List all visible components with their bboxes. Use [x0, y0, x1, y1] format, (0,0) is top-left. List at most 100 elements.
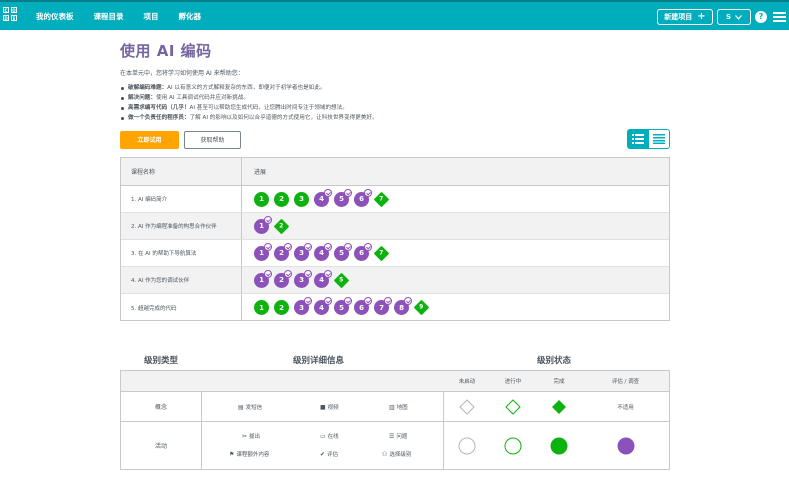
level-bubble-assessment[interactable]: 7: [373, 245, 390, 261]
legend-header-row: 未启动 进行中 完成 评估 / 调查: [121, 371, 669, 392]
level-number: 6: [359, 303, 364, 312]
logo-letter: D: [3, 15, 9, 21]
view-toggle: [627, 129, 670, 149]
level-bubble[interactable]: 6: [354, 188, 372, 207]
level-bubble-assessment[interactable]: 7: [373, 191, 390, 207]
level-bubble-assessment[interactable]: 5: [333, 272, 350, 288]
code-org-logo[interactable]: C O D E: [3, 7, 25, 21]
level-number: 3: [299, 195, 304, 203]
level-bubble[interactable]: 2: [274, 191, 289, 207]
hamburger-menu-icon[interactable]: [773, 12, 786, 24]
try-now-button[interactable]: 立即试用: [120, 131, 179, 149]
diamond-complete-icon: [552, 399, 566, 414]
document-icon: ▤: [238, 403, 244, 411]
nav-course-catalog[interactable]: 课程目录: [94, 11, 124, 22]
level-bubble[interactable]: 1: [254, 191, 269, 207]
get-help-button[interactable]: 获取帮助: [184, 131, 241, 149]
level-number: 9: [419, 304, 424, 311]
detail-map: ▥ 地图: [389, 403, 408, 412]
goal-item: 做一个负责任的程序员：了解 AI 的影响以及如何以合乎道德的方式使用它，让科技世…: [120, 113, 580, 123]
activity-details: ✂ 拔出 ▭ 在线 ☰ 问题 ⚑ 课程额外内容 ✔ 评估 ⚇ 选择级别: [202, 422, 444, 469]
check-badge-icon: [284, 269, 292, 278]
level-number: 1: [259, 303, 264, 312]
chevron-down-icon: [735, 14, 742, 20]
lesson-name-link[interactable]: 5. 超越完成的代码: [121, 294, 242, 321]
lesson-progress-bubbles: 1 2 3 4 5: [242, 267, 669, 293]
level-bubble[interactable]: 2: [274, 300, 289, 315]
help-icon[interactable]: ?: [755, 11, 767, 23]
level-number: 5: [339, 303, 344, 312]
lesson-progress-bubbles: 1 2 3 4 5 6 7 8 9: [242, 294, 669, 321]
level-bubble[interactable]: 5: [334, 297, 352, 315]
map-icon: ▥: [389, 403, 395, 411]
level-bubble[interactable]: 4: [314, 242, 332, 261]
legend-type-heading: 级别类型: [144, 356, 179, 366]
level-bubble[interactable]: 3: [294, 269, 312, 288]
level-bubble[interactable]: 1: [254, 215, 272, 234]
level-bubble[interactable]: 4: [314, 297, 332, 315]
goal-item: 解决问题：使用 AI 工具调试代码并应对新挑战。: [120, 93, 580, 103]
detail-online: ▭ 在线: [320, 432, 339, 441]
level-bubble[interactable]: 1: [254, 269, 272, 288]
user-menu-button[interactable]: S: [717, 9, 751, 25]
level-bubble[interactable]: 1: [254, 300, 269, 315]
level-number: 2: [279, 249, 284, 257]
level-bubble[interactable]: 2: [274, 242, 292, 261]
lesson-name-link[interactable]: 1. AI 编码简介: [121, 186, 242, 212]
level-number: 7: [379, 249, 384, 257]
level-bubble[interactable]: 4: [314, 269, 332, 288]
level-bubble-assessment[interactable]: 9: [413, 299, 430, 316]
level-bubble[interactable]: 6: [354, 242, 372, 261]
detail-text: ▤ 发短信: [238, 403, 263, 412]
level-bubble[interactable]: 8: [394, 297, 412, 315]
legend-row-concept: 概念 ▤ 发短信 ■ 视频 ▥ 地图 不适用: [121, 392, 669, 422]
level-bubble[interactable]: 5: [334, 188, 352, 207]
level-number: 6: [359, 249, 364, 257]
lesson-name-link[interactable]: 4. AI 作为您的调试伙伴: [121, 267, 242, 293]
lesson-name-link[interactable]: 2. AI 作为编程准备的构思合作伙伴: [121, 213, 242, 239]
lesson-name-link[interactable]: 3. 在 AI 的帮助下导航算法: [121, 240, 242, 266]
level-number: 7: [379, 195, 384, 203]
level-number: 2: [279, 195, 284, 203]
summary-view-button[interactable]: [628, 130, 649, 148]
level-bubble[interactable]: 5: [334, 242, 352, 261]
unit-intro: 在本单元中，您将学习如何使用 AI 来帮助您：: [120, 70, 244, 77]
level-number: 3: [299, 276, 304, 284]
header-lesson-name: 课程名称: [121, 158, 242, 185]
nav-incubator[interactable]: 孵化器: [179, 11, 202, 22]
detail-choice: ⚇ 选择级别: [382, 450, 412, 459]
level-number: 1: [259, 222, 264, 230]
table-row: 5. 超越完成的代码 1 2 3 4 5 6 7 8 9: [121, 294, 669, 321]
check-badge-icon: [364, 242, 372, 251]
new-project-button[interactable]: 新建项目 +: [657, 9, 713, 25]
detail-assessment: ✔ 评估: [320, 450, 339, 459]
level-number: 4: [319, 195, 324, 203]
activity-assessment: [582, 422, 669, 469]
nav-my-dashboard[interactable]: 我的仪表板: [36, 11, 74, 22]
status-completed-header: 完成: [553, 379, 565, 385]
level-bubble[interactable]: 1: [254, 242, 272, 261]
level-bubble[interactable]: 6: [354, 297, 372, 315]
nav-projects[interactable]: 项目: [144, 11, 159, 22]
table-row: 2. AI 作为编程准备的构思合作伙伴 1 2: [121, 213, 669, 240]
level-bubble[interactable]: 4: [314, 188, 332, 207]
check-badge-icon: [364, 297, 372, 305]
main-nav: 我的仪表板 课程目录 项目 孵化器: [36, 11, 221, 22]
check-badge-icon: [264, 269, 272, 278]
list-view-icon: [632, 134, 645, 144]
level-bubble-assessment[interactable]: 2: [273, 218, 290, 234]
check-badge-icon: [324, 188, 332, 197]
detail-view-button[interactable]: [649, 130, 670, 148]
logo-letter: O: [11, 7, 17, 13]
level-bubble[interactable]: 2: [274, 269, 292, 288]
lesson-progress-bubbles: 12: [242, 213, 669, 239]
new-project-label: 新建项目: [664, 13, 693, 21]
level-bubble[interactable]: 7: [374, 297, 392, 315]
circle-assessment-icon: [617, 437, 634, 454]
level-bubble[interactable]: 3: [294, 191, 309, 207]
detail-video: ■ 视频: [320, 403, 339, 412]
check-badge-icon: [344, 297, 352, 305]
level-bubble[interactable]: 3: [294, 242, 312, 261]
level-number: 2: [279, 276, 284, 284]
level-bubble[interactable]: 3: [294, 297, 312, 315]
